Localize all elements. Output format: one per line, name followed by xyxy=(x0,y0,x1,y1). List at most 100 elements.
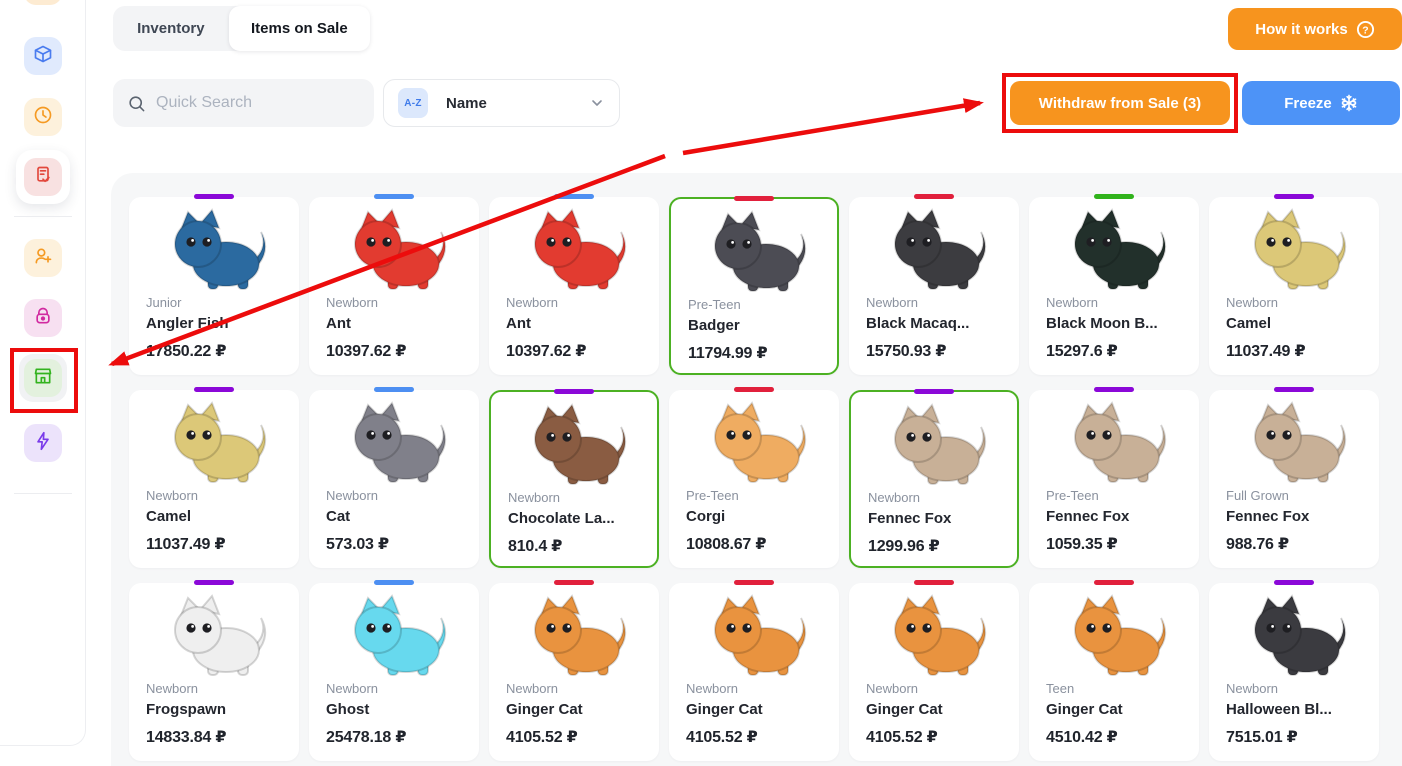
search-input[interactable] xyxy=(156,94,356,112)
box-icon xyxy=(33,44,53,69)
freeze-button[interactable]: Freeze xyxy=(1242,81,1400,125)
pet-image xyxy=(489,590,659,682)
chevron-down-icon xyxy=(589,95,605,111)
snowflake-icon xyxy=(1340,94,1358,112)
sidebar-item-sales[interactable] xyxy=(16,150,70,204)
sidebar-item-history[interactable] xyxy=(24,98,62,136)
rarity-bar xyxy=(374,387,414,392)
pet-card[interactable]: Newborn Halloween Bl... 7515.01 ₽ xyxy=(1209,583,1379,761)
rarity-bar xyxy=(734,580,774,585)
pet-image xyxy=(671,206,837,298)
rarity-bar xyxy=(1274,194,1314,199)
a-z-sort-icon: A-Z xyxy=(398,88,428,118)
pet-age: Newborn xyxy=(868,491,1005,504)
annotation-arrow-to-withdraw xyxy=(683,103,980,153)
pet-card[interactable]: Newborn Black Macaq... 15750.93 ₽ xyxy=(849,197,1019,375)
sidebar-item-referrals[interactable] xyxy=(24,239,62,277)
pet-card[interactable]: Newborn Camel 11037.49 ₽ xyxy=(1209,197,1379,375)
rarity-bar xyxy=(734,387,774,392)
pet-age: Newborn xyxy=(866,296,1007,309)
sidebar-item-security[interactable] xyxy=(24,299,62,337)
pet-card[interactable]: Newborn Ghost 25478.18 ₽ xyxy=(309,583,479,761)
sort-dropdown[interactable]: A-Z Name xyxy=(383,79,620,127)
pet-price: 1059.35 ₽ xyxy=(1046,534,1187,554)
pet-image xyxy=(851,399,1017,491)
sidebar-item-shop[interactable] xyxy=(19,354,67,402)
pet-price: 10808.67 ₽ xyxy=(686,534,827,554)
pet-age: Newborn xyxy=(508,491,645,504)
pet-age: Pre-Teen xyxy=(1046,489,1187,502)
pet-price: 810.4 ₽ xyxy=(508,536,645,556)
withdraw-from-sale-button[interactable]: Withdraw from Sale (3) xyxy=(1010,81,1230,125)
tab-items-on-sale[interactable]: Items on Sale xyxy=(229,6,370,51)
pet-name: Angler Fish xyxy=(146,315,287,333)
pet-name: Camel xyxy=(146,508,287,526)
pet-image xyxy=(309,397,479,489)
rarity-bar xyxy=(1094,194,1134,199)
sidebar-item-boost[interactable] xyxy=(24,424,62,462)
rarity-bar xyxy=(914,194,954,199)
pet-card[interactable]: Newborn Ant 10397.62 ₽ xyxy=(489,197,659,375)
rarity-bar xyxy=(374,194,414,199)
pet-image xyxy=(669,590,839,682)
sidebar-item-inventory[interactable] xyxy=(24,37,62,75)
pet-card[interactable]: Newborn Camel 11037.49 ₽ xyxy=(129,390,299,568)
how-it-works-button[interactable]: How it works ? xyxy=(1228,8,1402,50)
rarity-bar xyxy=(194,580,234,585)
pet-name: Black Moon B... xyxy=(1046,315,1187,333)
sidebar-item-partial[interactable] xyxy=(24,0,62,5)
pet-age: Newborn xyxy=(326,296,467,309)
pet-image xyxy=(1209,397,1379,489)
pet-price: 1299.96 ₽ xyxy=(868,536,1005,556)
pet-card[interactable]: Full Grown Fennec Fox 988.76 ₽ xyxy=(1209,390,1379,568)
pet-age: Pre-Teen xyxy=(686,489,827,502)
pet-image xyxy=(129,397,299,489)
pet-price: 4510.42 ₽ xyxy=(1046,727,1187,747)
rarity-bar xyxy=(554,194,594,199)
pet-card[interactable]: Newborn Ginger Cat 4105.52 ₽ xyxy=(669,583,839,761)
pet-price: 4105.52 ₽ xyxy=(686,727,827,747)
rarity-bar xyxy=(1274,580,1314,585)
pet-image xyxy=(309,204,479,296)
pet-card-grid: Junior Angler Fish 17850.22 ₽ Newborn An… xyxy=(129,197,1381,761)
pet-image xyxy=(491,399,657,491)
rarity-bar xyxy=(1094,580,1134,585)
pet-card[interactable]: Newborn Frogspawn 14833.84 ₽ xyxy=(129,583,299,761)
pet-name: Chocolate La... xyxy=(508,510,645,528)
pet-image xyxy=(129,590,299,682)
pet-card[interactable]: Pre-Teen Corgi 10808.67 ₽ xyxy=(669,390,839,568)
pet-age: Newborn xyxy=(866,682,1007,695)
pet-card[interactable]: Newborn Ginger Cat 4105.52 ₽ xyxy=(849,583,1019,761)
sort-selected-value: Name xyxy=(446,95,589,112)
pet-name: Ginger Cat xyxy=(506,701,647,719)
pet-card[interactable]: Newborn Ginger Cat 4105.52 ₽ xyxy=(489,583,659,761)
rarity-bar xyxy=(1274,387,1314,392)
pet-card[interactable]: Junior Angler Fish 17850.22 ₽ xyxy=(129,197,299,375)
pet-age: Newborn xyxy=(506,682,647,695)
pet-age: Newborn xyxy=(506,296,647,309)
rarity-bar xyxy=(1094,387,1134,392)
tab-inventory[interactable]: Inventory xyxy=(113,6,229,51)
rarity-bar xyxy=(194,387,234,392)
pet-name: Ant xyxy=(506,315,647,333)
pet-card[interactable]: Newborn Chocolate La... 810.4 ₽ xyxy=(489,390,659,568)
pet-card[interactable]: Pre-Teen Fennec Fox 1059.35 ₽ xyxy=(1029,390,1199,568)
pet-card[interactable]: Teen Ginger Cat 4510.42 ₽ xyxy=(1029,583,1199,761)
pet-price: 11037.49 ₽ xyxy=(146,534,287,554)
pet-card[interactable]: Newborn Black Moon B... 15297.6 ₽ xyxy=(1029,197,1199,375)
pet-image xyxy=(489,204,659,296)
pet-age: Teen xyxy=(1046,682,1187,695)
pet-card[interactable]: Newborn Fennec Fox 1299.96 ₽ xyxy=(849,390,1019,568)
pet-card[interactable]: Pre-Teen Badger 11794.99 ₽ xyxy=(669,197,839,375)
pet-image xyxy=(669,397,839,489)
pet-card[interactable]: Newborn Cat 573.03 ₽ xyxy=(309,390,479,568)
pet-name: Fennec Fox xyxy=(868,510,1005,528)
lightning-icon xyxy=(33,431,53,456)
rarity-bar xyxy=(734,196,774,201)
pet-price: 4105.52 ₽ xyxy=(506,727,647,747)
sidebar-divider xyxy=(14,493,72,494)
pet-age: Newborn xyxy=(326,682,467,695)
pet-card[interactable]: Newborn Ant 10397.62 ₽ xyxy=(309,197,479,375)
pet-image xyxy=(309,590,479,682)
pet-price: 7515.01 ₽ xyxy=(1226,727,1367,747)
